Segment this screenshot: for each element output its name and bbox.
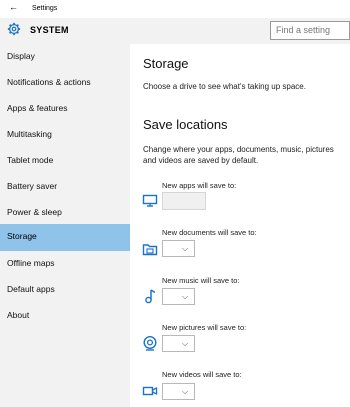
- sidebar-item-notifications[interactable]: Notifications & actions: [0, 70, 130, 96]
- back-arrow-icon[interactable]: ←: [9, 3, 18, 12]
- main-content: [130, 44, 350, 407]
- chevron-down-icon: ⌵: [182, 292, 189, 301]
- apps-save-dropdown[interactable]: [162, 192, 206, 210]
- chevron-down-icon: ⌵: [182, 244, 189, 253]
- sidebar-item-battery-saver[interactable]: Battery saver: [0, 174, 130, 200]
- music-save-dropdown[interactable]: ⌵: [162, 288, 195, 305]
- monitor-icon: [142, 194, 158, 207]
- videos-save-label: New videos will save to:: [162, 370, 242, 379]
- sidebar-item-default-apps[interactable]: Default apps: [0, 277, 130, 303]
- documents-save-label: New documents will save to:: [162, 228, 257, 237]
- apps-save-label: New apps will save to:: [162, 181, 237, 190]
- title-bar: ← Settings: [0, 0, 350, 18]
- sidebar-item-apps-features[interactable]: Apps & features: [0, 96, 130, 122]
- sidebar-item-storage[interactable]: Storage: [0, 224, 130, 251]
- documents-save-dropdown[interactable]: ⌵: [162, 240, 195, 257]
- chevron-down-icon: ⌵: [182, 339, 189, 348]
- camera-icon: [143, 335, 157, 351]
- videos-save-dropdown[interactable]: ⌵: [162, 383, 195, 400]
- search-input[interactable]: Find a setting: [270, 21, 350, 40]
- storage-subtitle: Choose a drive to see what's taking up s…: [143, 82, 306, 91]
- save-locations-description: Change where your apps, documents, music…: [143, 145, 334, 165]
- sidebar-item-multitasking[interactable]: Multitasking: [0, 122, 130, 148]
- chevron-down-icon: ⌵: [182, 387, 189, 396]
- video-camera-icon: [142, 386, 158, 396]
- window-title: Settings: [32, 5, 58, 12]
- folder-icon: [142, 244, 158, 256]
- sidebar-item-tablet-mode[interactable]: Tablet mode: [0, 148, 130, 174]
- sidebar: Display Notifications & actions Apps & f…: [0, 44, 130, 407]
- music-save-label: New music will save to:: [162, 276, 240, 285]
- pictures-save-dropdown[interactable]: ⌵: [162, 335, 195, 352]
- sidebar-item-display[interactable]: Display: [0, 44, 130, 70]
- gear-icon: [7, 22, 21, 36]
- pictures-save-label: New pictures will save to:: [162, 323, 247, 332]
- sidebar-item-power-sleep[interactable]: Power & sleep: [0, 200, 130, 226]
- page-title: Storage: [143, 56, 189, 71]
- sidebar-item-about[interactable]: About: [0, 303, 130, 329]
- save-locations-heading: Save locations: [143, 117, 228, 132]
- sidebar-item-offline-maps[interactable]: Offline maps: [0, 251, 130, 277]
- section-title: SYSTEM: [30, 25, 69, 35]
- music-note-icon: [145, 289, 156, 304]
